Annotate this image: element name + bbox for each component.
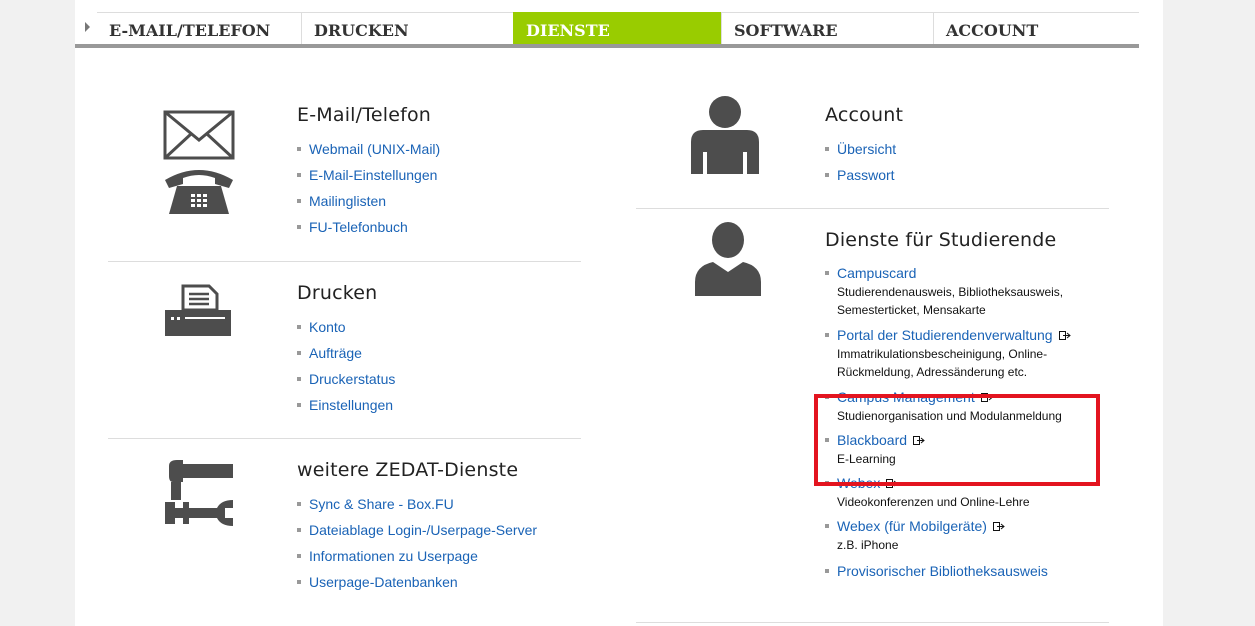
hammer-wrench-icon xyxy=(165,460,233,526)
account-section-title: Account xyxy=(825,104,904,126)
nav-arrow-icon[interactable] xyxy=(85,22,90,32)
tab-email-telefon[interactable]: E-MAIL/TELEFON xyxy=(97,12,301,44)
external-link-icon xyxy=(1058,331,1071,340)
email-links: Webmail (UNIX-Mail) E-Mail-Einstellungen… xyxy=(297,140,440,236)
studierende-section-title: Dienste für Studierende xyxy=(825,229,1057,251)
external-link-icon xyxy=(992,522,1005,531)
divider xyxy=(636,622,1109,623)
student-icon xyxy=(695,222,761,296)
list-item: Webex (für Mobilgeräte) z.B. iPhone xyxy=(825,517,1071,556)
drucken-section-title: Drucken xyxy=(297,282,378,304)
link-email-einstellungen[interactable]: E-Mail-Einstellungen xyxy=(309,167,437,183)
divider xyxy=(636,208,1109,209)
list-item: Mailinglisten xyxy=(297,192,440,210)
link-webex-mobil[interactable]: Webex (für Mobilgeräte) xyxy=(837,518,987,534)
item-description: Semesterticket, Mensakarte xyxy=(837,303,986,317)
link-konto[interactable]: Konto xyxy=(309,319,346,335)
link-mailinglisten[interactable]: Mailinglisten xyxy=(309,193,386,209)
page: E-MAIL/TELEFON DRUCKEN DIENSTE SOFTWARE … xyxy=(75,0,1163,626)
weitere-section-title: weitere ZEDAT-Dienste xyxy=(297,459,519,481)
list-item: Passwort xyxy=(825,166,896,184)
link-campuscard[interactable]: Campuscard xyxy=(837,265,916,281)
item-description: z.B. iPhone xyxy=(837,538,899,552)
weitere-links: Sync & Share - Box.FU Dateiablage Login-… xyxy=(297,495,537,591)
email-section-title: E-Mail/Telefon xyxy=(297,104,432,126)
link-dateiablage[interactable]: Dateiablage Login-/Userpage-Server xyxy=(309,522,537,538)
highlight-box xyxy=(814,394,1100,486)
list-item: Campuscard Studierendenausweis, Biblioth… xyxy=(825,264,1071,321)
link-einstellungen[interactable]: Einstellungen xyxy=(309,397,393,413)
drucken-links: Konto Aufträge Druckerstatus Einstellung… xyxy=(297,318,395,414)
account-links: Übersicht Passwort xyxy=(825,140,896,184)
link-provisorischer-bibliotheksausweis[interactable]: Provisorischer Bibliotheksausweis xyxy=(837,563,1048,579)
link-fu-telefonbuch[interactable]: FU-Telefonbuch xyxy=(309,219,408,235)
list-item: Aufträge xyxy=(297,344,395,362)
list-item: Druckerstatus xyxy=(297,370,395,388)
list-item: Dateiablage Login-/Userpage-Server xyxy=(297,521,537,539)
list-item: Konto xyxy=(297,318,395,336)
item-description: Rückmeldung, Adressänderung etc. xyxy=(837,365,1028,379)
list-item: Userpage-Datenbanken xyxy=(297,573,537,591)
tab-account[interactable]: ACCOUNT xyxy=(933,12,1139,44)
list-item: Webmail (UNIX-Mail) xyxy=(297,140,440,158)
item-description: Videokonferenzen und Online-Lehre xyxy=(837,495,1030,509)
divider xyxy=(108,261,581,262)
divider xyxy=(108,438,581,439)
list-item: Portal der Studierendenverwaltung Immatr… xyxy=(825,326,1071,383)
list-item: Einstellungen xyxy=(297,396,395,414)
link-uebersicht[interactable]: Übersicht xyxy=(837,141,896,157)
list-item: E-Mail-Einstellungen xyxy=(297,166,440,184)
link-userpage-datenbanken[interactable]: Userpage-Datenbanken xyxy=(309,574,458,590)
tab-drucken[interactable]: DRUCKEN xyxy=(301,12,513,44)
list-item: FU-Telefonbuch xyxy=(297,218,440,236)
list-item: Übersicht xyxy=(825,140,896,158)
person-icon xyxy=(691,96,759,174)
printer-icon xyxy=(165,284,231,336)
main-nav: E-MAIL/TELEFON DRUCKEN DIENSTE SOFTWARE … xyxy=(75,12,1139,48)
link-portal-studierendenverwaltung[interactable]: Portal der Studierendenverwaltung xyxy=(837,327,1053,343)
link-userpage-info[interactable]: Informationen zu Userpage xyxy=(309,548,478,564)
link-druckerstatus[interactable]: Druckerstatus xyxy=(309,371,395,387)
list-item: Informationen zu Userpage xyxy=(297,547,537,565)
tab-dienste[interactable]: DIENSTE xyxy=(513,12,721,44)
telephone-icon xyxy=(165,170,233,214)
link-passwort[interactable]: Passwort xyxy=(837,167,895,183)
list-item: Sync & Share - Box.FU xyxy=(297,495,537,513)
link-sync-share[interactable]: Sync & Share - Box.FU xyxy=(309,496,454,512)
tab-software[interactable]: SOFTWARE xyxy=(721,12,933,44)
list-item: Provisorischer Bibliotheksausweis xyxy=(825,562,1071,580)
envelope-icon xyxy=(163,110,235,160)
link-auftraege[interactable]: Aufträge xyxy=(309,345,362,361)
link-webmail[interactable]: Webmail (UNIX-Mail) xyxy=(309,141,440,157)
